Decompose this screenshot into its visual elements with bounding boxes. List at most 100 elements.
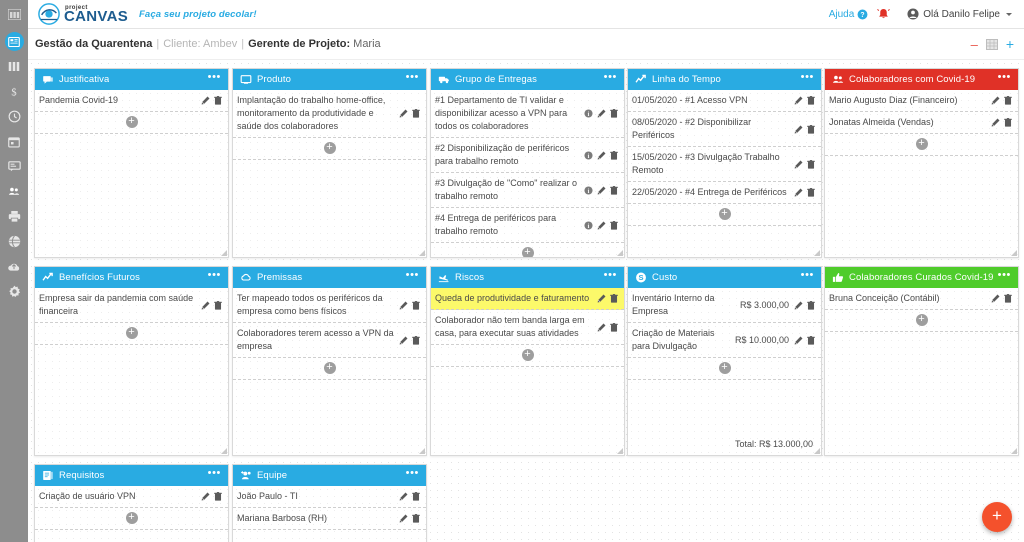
list-item[interactable]: Pandemia Covid-19 bbox=[35, 90, 228, 112]
delete-button[interactable] bbox=[610, 220, 618, 230]
edit-button[interactable] bbox=[794, 160, 803, 169]
card-equipe[interactable]: Equipe ••• João Paulo - TI Mariana Barbosa … bbox=[232, 464, 427, 542]
delete-button[interactable] bbox=[807, 159, 815, 169]
card-resize-handle[interactable] bbox=[615, 446, 624, 455]
card-header[interactable]: Benefícios Futuros ••• bbox=[35, 267, 228, 288]
card-menu-button[interactable]: ••• bbox=[406, 468, 419, 483]
edit-button[interactable] bbox=[201, 492, 210, 501]
delete-button[interactable] bbox=[610, 150, 618, 160]
plus-circle-icon[interactable]: + bbox=[125, 512, 138, 524]
card-menu-button[interactable]: ••• bbox=[998, 270, 1011, 285]
edit-button[interactable] bbox=[991, 294, 1000, 303]
edit-button[interactable] bbox=[794, 336, 803, 345]
help-button[interactable]: Ajuda ? bbox=[829, 9, 869, 20]
card-beneficios-futuros[interactable]: Benefícios Futuros ••• Empresa sair da pan… bbox=[34, 266, 229, 456]
delete-button[interactable] bbox=[1004, 118, 1012, 127]
card-riscos[interactable]: Riscos ••• Queda de produtividade e fatura… bbox=[430, 266, 625, 456]
card-menu-button[interactable]: ••• bbox=[801, 72, 814, 87]
edit-button[interactable] bbox=[597, 186, 606, 195]
card-colaboradores-com-covid-19[interactable]: Colaboradores com Covid-19 ••• Mario Augus… bbox=[824, 68, 1019, 258]
card-header[interactable]: Colaboradores com Covid-19 ••• bbox=[825, 69, 1018, 90]
delete-button[interactable] bbox=[412, 300, 420, 310]
delete-button[interactable] bbox=[610, 294, 618, 303]
card-header[interactable]: Produto ••• bbox=[233, 69, 426, 90]
edit-button[interactable] bbox=[794, 125, 803, 134]
plus-circle-icon[interactable]: + bbox=[718, 362, 731, 374]
card-menu-button[interactable]: ••• bbox=[604, 72, 617, 87]
grid-icon[interactable] bbox=[985, 38, 998, 50]
add-item-row[interactable]: + bbox=[628, 358, 821, 380]
edit-button[interactable] bbox=[399, 492, 408, 501]
edit-button[interactable] bbox=[794, 96, 803, 105]
card-justificativa[interactable]: Justificativa ••• Pandemia Covid-19 + bbox=[34, 68, 229, 258]
list-item[interactable]: Jonatas Almeida (Vendas) bbox=[825, 112, 1018, 134]
add-item-row[interactable]: + bbox=[35, 323, 228, 345]
sidebar-item-team[interactable] bbox=[0, 179, 28, 204]
card-header[interactable]: Riscos ••• bbox=[431, 267, 624, 288]
sidebar-item-upload[interactable] bbox=[0, 254, 28, 279]
list-item[interactable]: #3 Divulgação de "Como" realizar o traba… bbox=[431, 173, 624, 208]
list-item[interactable]: 15/05/2020 - #3 Divulgação Trabalho Remo… bbox=[628, 147, 821, 182]
card-header[interactable]: S Custo ••• bbox=[628, 267, 821, 288]
card-menu-button[interactable]: ••• bbox=[801, 270, 814, 285]
add-item-row[interactable]: + bbox=[35, 112, 228, 134]
delete-button[interactable] bbox=[1004, 96, 1012, 105]
card-header[interactable]: Requisitos ••• bbox=[35, 465, 228, 486]
list-item[interactable]: Colaborador não tem banda larga em casa,… bbox=[431, 310, 624, 345]
sidebar-item-calendar[interactable] bbox=[0, 129, 28, 154]
edit-button[interactable] bbox=[597, 294, 606, 303]
list-item[interactable]: Empresa sair da pandemia com saúde finan… bbox=[35, 288, 228, 323]
delete-button[interactable] bbox=[1004, 294, 1012, 303]
card-resize-handle[interactable] bbox=[615, 248, 624, 257]
delete-button[interactable] bbox=[412, 492, 420, 501]
card-resize-handle[interactable] bbox=[219, 446, 228, 455]
info-button[interactable]: i bbox=[584, 220, 593, 230]
card-produto[interactable]: Produto ••• Implantação do trabalho home-o… bbox=[232, 68, 427, 258]
card-menu-button[interactable]: ••• bbox=[406, 72, 419, 87]
hamburger-button[interactable] bbox=[0, 0, 28, 29]
edit-button[interactable] bbox=[399, 514, 408, 523]
plus-circle-icon[interactable]: + bbox=[521, 349, 534, 361]
delete-button[interactable] bbox=[214, 300, 222, 310]
zoom-out-button[interactable]: – bbox=[971, 38, 978, 51]
add-card-fab[interactable]: + bbox=[982, 502, 1012, 532]
delete-button[interactable] bbox=[807, 300, 815, 310]
card-menu-button[interactable]: ••• bbox=[208, 468, 221, 483]
delete-button[interactable] bbox=[610, 109, 618, 118]
edit-button[interactable] bbox=[794, 188, 803, 197]
edit-button[interactable] bbox=[597, 109, 606, 118]
list-item[interactable]: Colaboradores terem acesso a VPN da empr… bbox=[233, 323, 426, 358]
card-header[interactable]: Grupo de Entregas ••• bbox=[431, 69, 624, 90]
add-item-row[interactable]: + bbox=[233, 358, 426, 380]
edit-button[interactable] bbox=[597, 221, 606, 230]
sidebar-item-share[interactable] bbox=[0, 229, 28, 254]
list-item[interactable]: João Paulo - TI bbox=[233, 486, 426, 508]
card-custo[interactable]: S Custo ••• Inventário Interno da Empresa R$… bbox=[627, 266, 822, 456]
card-resize-handle[interactable] bbox=[812, 446, 821, 455]
edit-button[interactable] bbox=[399, 109, 408, 118]
plus-circle-icon[interactable]: + bbox=[323, 142, 336, 154]
add-item-row[interactable]: + bbox=[825, 310, 1018, 332]
card-header[interactable]: Equipe ••• bbox=[233, 465, 426, 486]
delete-button[interactable] bbox=[412, 514, 420, 523]
edit-button[interactable] bbox=[991, 96, 1000, 105]
list-item[interactable]: #2 Disponibilização de periféricos para … bbox=[431, 138, 624, 173]
list-item[interactable]: Mario Augusto Diaz (Financeiro) bbox=[825, 90, 1018, 112]
list-item[interactable]: Criação de Materiais para Divulgação R$ 1… bbox=[628, 323, 821, 358]
delete-button[interactable] bbox=[412, 109, 420, 118]
list-item[interactable]: Bruna Conceição (Contábil) bbox=[825, 288, 1018, 310]
add-item-row[interactable]: + bbox=[628, 204, 821, 226]
plus-circle-icon[interactable]: + bbox=[521, 247, 534, 257]
card-header[interactable]: Linha do Tempo ••• bbox=[628, 69, 821, 90]
list-item[interactable]: #4 Entrega de periféricos para trabalho … bbox=[431, 208, 624, 243]
list-item[interactable]: Criação de usuário VPN bbox=[35, 486, 228, 508]
card-resize-handle[interactable] bbox=[417, 248, 426, 257]
list-item[interactable]: Implantação do trabalho home-office, mon… bbox=[233, 90, 426, 138]
card-premissas[interactable]: Premissas ••• Ter mapeado todos os perifér… bbox=[232, 266, 427, 456]
add-item-row[interactable]: + bbox=[825, 134, 1018, 156]
edit-button[interactable] bbox=[794, 301, 803, 310]
card-menu-button[interactable]: ••• bbox=[406, 270, 419, 285]
list-item[interactable]: 08/05/2020 - #2 Disponibilizar Periféric… bbox=[628, 112, 821, 147]
plus-circle-icon[interactable]: + bbox=[125, 116, 138, 128]
user-menu[interactable]: Olá Danilo Felipe bbox=[907, 8, 1012, 20]
